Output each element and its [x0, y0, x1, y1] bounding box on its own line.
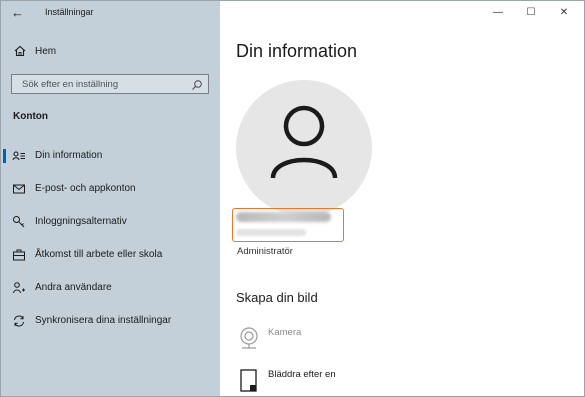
- sidebar-item-label: E-post- och appkonton: [35, 183, 136, 194]
- user-info-icon: [12, 149, 26, 163]
- browse-button[interactable]: Bläddra efter en: [238, 367, 438, 395]
- section-title: Konton: [13, 111, 48, 122]
- sidebar-item-other-users[interactable]: Andra användare: [1, 276, 220, 300]
- browse-label: Bläddra efter en: [268, 369, 336, 380]
- person-add-icon: [12, 281, 26, 295]
- camera-button[interactable]: Kamera: [238, 325, 438, 353]
- selected-indicator: [3, 149, 6, 163]
- search-placeholder: Sök efter en inställning: [22, 79, 119, 90]
- home-label: Hem: [35, 46, 57, 57]
- account-email-redacted: [236, 229, 306, 236]
- window-controls: — ☐ ✕: [474, 1, 584, 25]
- sidebar-item-work-school[interactable]: Åtkomst till arbete eller skola: [1, 243, 220, 267]
- account-name-redacted: [236, 212, 331, 222]
- mail-icon: [12, 182, 26, 196]
- app-title: Inställningar: [45, 7, 94, 17]
- settings-window: ← Inställningar Hem Sök efter en inställ…: [0, 0, 585, 397]
- sidebar-item-email-accounts[interactable]: E-post- och appkonton: [1, 177, 220, 201]
- key-icon: [12, 215, 26, 229]
- sidebar-item-label: Andra användare: [35, 282, 112, 293]
- home-icon: [13, 44, 27, 58]
- user-silhouette-icon: [270, 105, 338, 179]
- search-icon[interactable]: [191, 78, 203, 90]
- sidebar-item-label: Inloggningsalternativ: [35, 216, 127, 227]
- sidebar-item-sync-settings[interactable]: Synkronisera dina inställningar: [1, 309, 220, 333]
- close-button[interactable]: ✕: [556, 5, 572, 21]
- create-picture-title: Skapa din bild: [236, 290, 318, 305]
- sidebar-item-label: Åtkomst till arbete eller skola: [35, 249, 163, 260]
- maximize-button[interactable]: ☐: [523, 5, 539, 21]
- sync-icon: [12, 314, 26, 328]
- sidebar: ← Inställningar Hem Sök efter en inställ…: [1, 1, 220, 396]
- page-title: Din information: [236, 41, 358, 61]
- sidebar-item-label: Din information: [35, 150, 103, 161]
- home-nav-item[interactable]: Hem: [1, 41, 220, 63]
- main-content: — ☐ ✕ Din information Administratör Skap…: [220, 1, 584, 396]
- browse-file-icon: [238, 367, 260, 393]
- back-button[interactable]: ←: [11, 5, 27, 21]
- sidebar-item-din-information[interactable]: Din information: [1, 144, 220, 168]
- account-role: Administratör: [237, 246, 293, 257]
- sidebar-item-label: Synkronisera dina inställningar: [35, 315, 172, 326]
- camera-label: Kamera: [268, 327, 302, 338]
- sidebar-item-sign-in-options[interactable]: Inloggningsalternativ: [1, 210, 220, 234]
- minimize-button[interactable]: —: [490, 5, 506, 21]
- avatar: [236, 80, 372, 216]
- briefcase-icon: [12, 248, 26, 262]
- title-bar: ← Inställningar: [1, 1, 220, 25]
- camera-icon: [238, 325, 260, 351]
- search-input[interactable]: Sök efter en inställning: [11, 74, 209, 94]
